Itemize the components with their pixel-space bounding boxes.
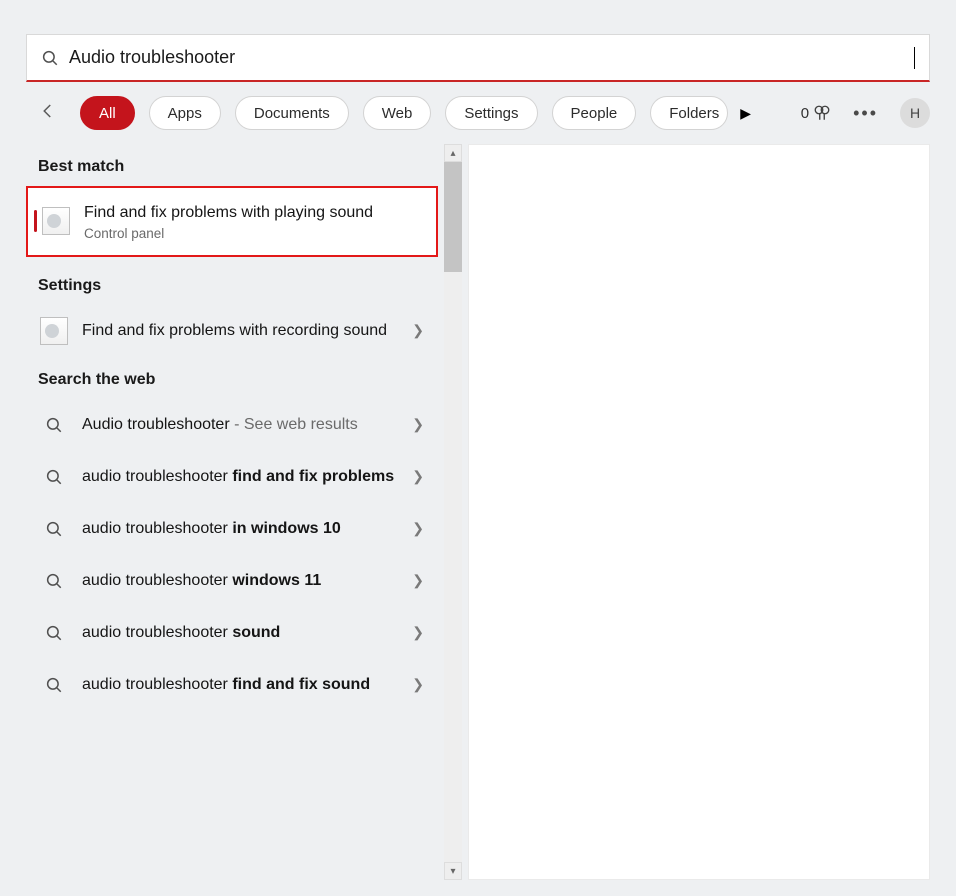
tabs-scroll-right[interactable]: ▶ [740, 105, 751, 122]
search-input[interactable] [69, 43, 917, 72]
scroll-up-button[interactable]: ▴ [444, 144, 462, 162]
tab-settings[interactable]: Settings [445, 96, 537, 130]
chevron-right-icon: ❯ [412, 322, 424, 339]
result-web-item[interactable]: audio troubleshooter windows 11 ❯ [26, 555, 438, 607]
result-title: audio troubleshooter find and fix sound [82, 674, 398, 696]
rewards-icon [813, 104, 831, 122]
chevron-right-icon: ❯ [412, 676, 424, 693]
result-web-item[interactable]: audio troubleshooter in windows 10 ❯ [26, 503, 438, 555]
rewards-counter[interactable]: 0 [801, 104, 831, 122]
result-title: Find and fix problems with playing sound [84, 202, 422, 224]
results-list: Best match Find and fix problems with pl… [26, 144, 444, 880]
scroll-thumb[interactable] [444, 162, 462, 272]
search-icon [40, 463, 68, 491]
more-options[interactable]: ••• [853, 103, 878, 124]
result-title: audio troubleshooter windows 11 [82, 570, 398, 592]
result-settings-item[interactable]: Find and fix problems with recording sou… [26, 305, 438, 357]
rewards-count: 0 [801, 105, 809, 122]
search-icon [40, 515, 68, 543]
result-best-match[interactable]: Find and fix problems with playing sound… [26, 186, 438, 257]
scrollbar[interactable]: ▴ ▾ [444, 144, 462, 880]
result-title: audio troubleshooter in windows 10 [82, 518, 398, 540]
chevron-right-icon: ❯ [412, 572, 424, 589]
result-title: Audio troubleshooter - See web results [82, 414, 398, 436]
chevron-right-icon: ❯ [412, 520, 424, 537]
result-subtitle: Control panel [84, 226, 422, 241]
filter-tab-bar: All Apps Documents Web Settings People F… [0, 82, 956, 144]
search-icon [40, 619, 68, 647]
result-web-item[interactable]: audio troubleshooter find and fix sound … [26, 659, 438, 711]
scroll-track[interactable] [444, 162, 462, 862]
scroll-down-button[interactable]: ▾ [444, 862, 462, 880]
chevron-right-icon: ❯ [412, 416, 424, 433]
tab-all[interactable]: All [80, 96, 135, 130]
result-title: audio troubleshooter sound [82, 622, 398, 644]
result-web-item[interactable]: Audio troubleshooter - See web results ❯ [26, 399, 438, 451]
text-caret [914, 47, 915, 69]
search-icon [40, 411, 68, 439]
search-box[interactable] [26, 34, 930, 82]
section-header-best-match: Best match [26, 144, 438, 186]
search-icon [40, 567, 68, 595]
search-icon [41, 49, 59, 67]
preview-pane [468, 144, 930, 880]
back-button[interactable] [34, 102, 62, 124]
tab-web[interactable]: Web [363, 96, 432, 130]
tab-apps[interactable]: Apps [149, 96, 221, 130]
search-icon [40, 671, 68, 699]
control-panel-speaker-icon [42, 207, 70, 235]
chevron-right-icon: ❯ [412, 468, 424, 485]
avatar-letter: H [910, 105, 920, 121]
control-panel-mic-icon [40, 317, 68, 345]
tab-people[interactable]: People [552, 96, 637, 130]
section-header-web: Search the web [26, 357, 438, 399]
result-title: Find and fix problems with recording sou… [82, 320, 398, 342]
result-web-item[interactable]: audio troubleshooter find and fix proble… [26, 451, 438, 503]
result-web-item[interactable]: audio troubleshooter sound ❯ [26, 607, 438, 659]
result-title: audio troubleshooter find and fix proble… [82, 466, 398, 488]
section-header-settings: Settings [26, 263, 438, 305]
chevron-right-icon: ❯ [412, 624, 424, 641]
tab-folders[interactable]: Folders [650, 96, 728, 130]
tab-documents[interactable]: Documents [235, 96, 349, 130]
account-avatar[interactable]: H [900, 98, 930, 128]
